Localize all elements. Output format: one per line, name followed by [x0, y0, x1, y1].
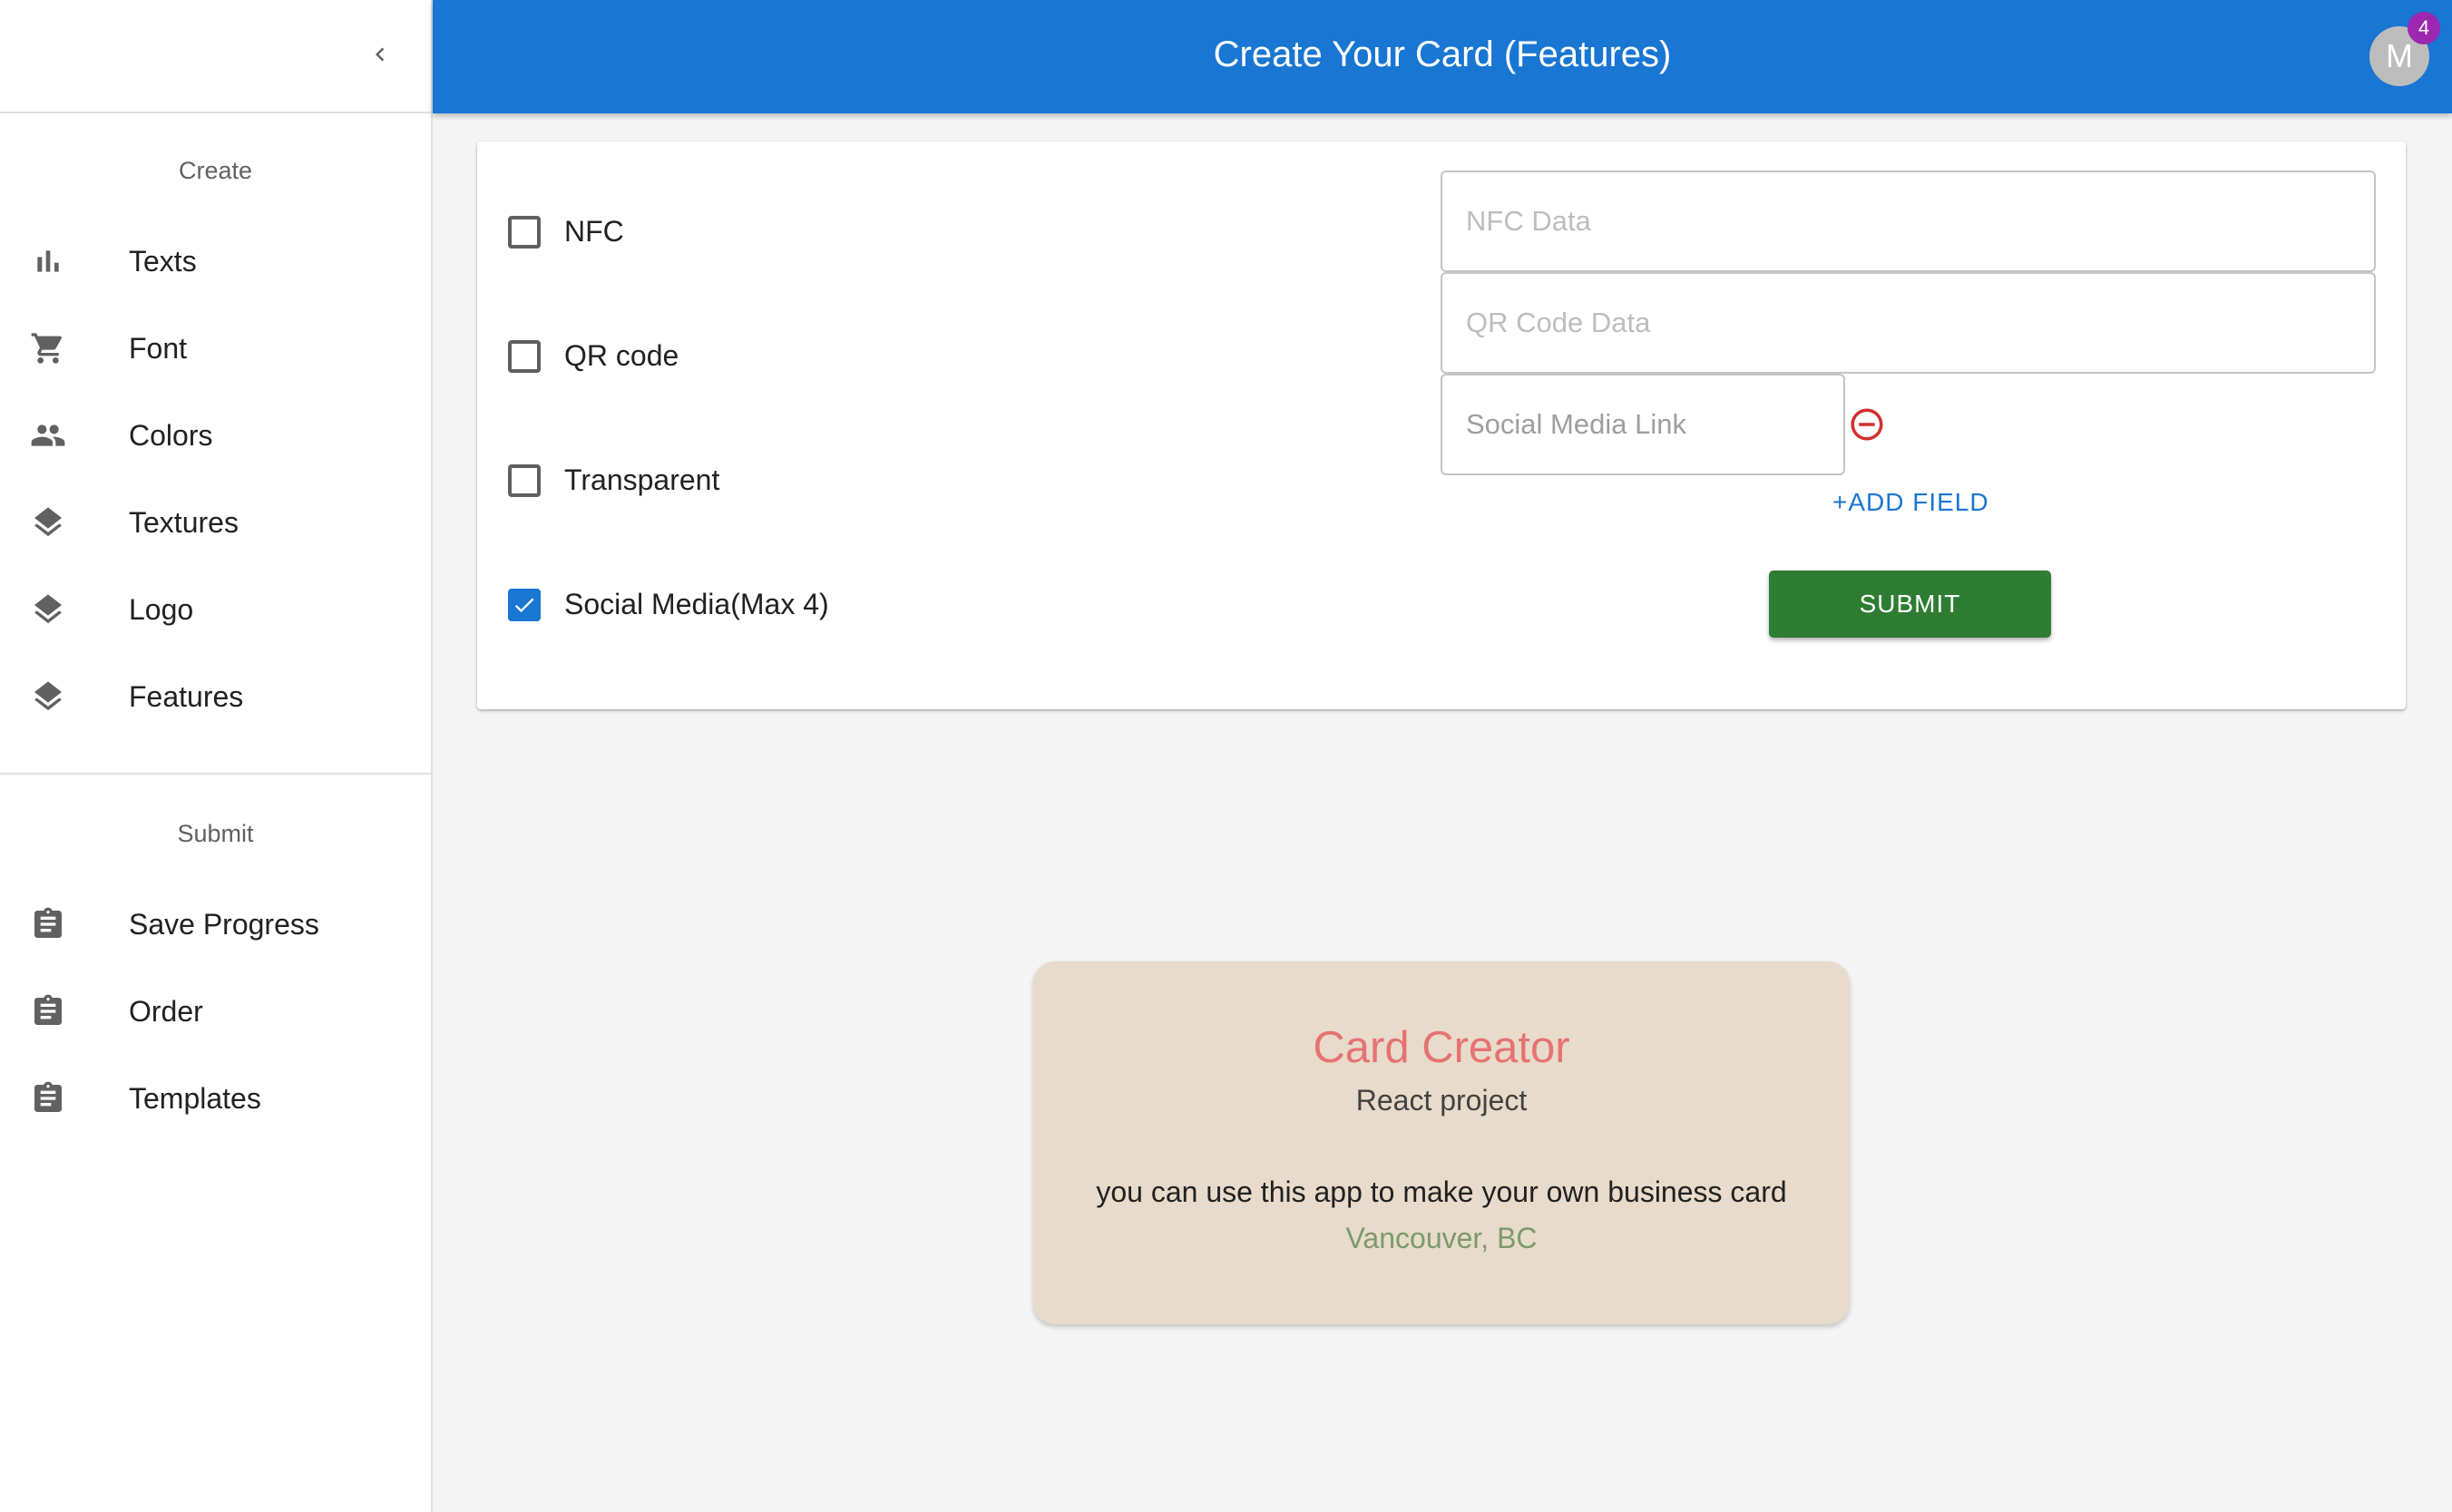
transparent-checkbox-row[interactable]: Transparent	[508, 463, 719, 497]
card-location: Vancouver, BC	[1345, 1222, 1538, 1254]
card-title: Card Creator	[1313, 1023, 1570, 1072]
people-icon	[30, 417, 66, 454]
sidebar-item-save-progress[interactable]: Save Progress	[0, 881, 431, 968]
nfc-label: NFC	[564, 215, 624, 248]
sidebar-header	[0, 0, 431, 113]
add-field-button[interactable]: +ADD FIELD	[1832, 488, 1989, 517]
card-subtitle: React project	[1355, 1084, 1528, 1117]
nfc-checkbox[interactable]	[508, 215, 541, 249]
qr-code-checkbox-row[interactable]: QR code	[508, 339, 679, 373]
transparent-checkbox[interactable]	[508, 463, 541, 497]
transparent-label: Transparent	[564, 463, 720, 496]
card-preview: Card Creator React project you can use t…	[1033, 961, 1850, 1324]
social-media-link-input[interactable]	[1466, 408, 1843, 441]
sidebar-item-font[interactable]: Font	[0, 305, 431, 392]
submit-nav-list: Save Progress Order Templates	[0, 881, 431, 1142]
social-media-link-field[interactable]	[1441, 374, 1845, 475]
social-media-checkbox[interactable]	[508, 588, 541, 621]
sidebar-item-label: Textures	[129, 505, 239, 539]
sidebar-item-label: Texts	[129, 244, 197, 278]
clipboard-icon	[30, 1080, 66, 1117]
card-description: you can use this app to make your own bu…	[1096, 1175, 1787, 1208]
create-nav-list: Texts Font Colors Textures Logo Features	[0, 218, 431, 740]
sidebar-item-label: Colors	[129, 418, 213, 452]
social-media-label: Social Media(Max 4)	[564, 588, 829, 620]
sidebar-item-label: Font	[129, 331, 188, 365]
features-form-panel: NFC QR code Transparent Social Media(Max…	[477, 141, 2406, 709]
sidebar-item-label: Order	[129, 994, 203, 1028]
sidebar-item-textures[interactable]: Textures	[0, 479, 431, 566]
cart-icon	[30, 330, 66, 366]
nfc-checkbox-row[interactable]: NFC	[508, 215, 624, 249]
sidebar-item-order[interactable]: Order	[0, 968, 431, 1055]
clipboard-icon	[30, 906, 66, 942]
submit-section-title: Submit	[177, 820, 254, 847]
layers-icon	[30, 591, 66, 628]
social-media-checkbox-row[interactable]: Social Media(Max 4)	[508, 588, 829, 621]
sidebar-item-logo[interactable]: Logo	[0, 566, 431, 653]
sidebar-item-texts[interactable]: Texts	[0, 218, 431, 305]
app-bar: Create Your Card (Features) M 4	[433, 0, 2452, 113]
submit-button[interactable]: SUBMIT	[1769, 571, 2051, 638]
sidebar-item-colors[interactable]: Colors	[0, 392, 431, 479]
nfc-data-field[interactable]	[1441, 171, 2376, 272]
bar-chart-icon	[30, 243, 66, 279]
remove-field-icon[interactable]	[1848, 405, 1886, 444]
sidebar-item-features[interactable]: Features	[0, 653, 431, 740]
layers-icon	[30, 678, 66, 715]
sidebar-item-label: Templates	[129, 1081, 261, 1115]
avatar[interactable]: M 4	[2369, 12, 2440, 86]
avatar-letter: M	[2386, 37, 2413, 74]
qr-code-label: QR code	[564, 339, 679, 372]
chevron-left-icon	[376, 47, 385, 62]
clipboard-icon	[30, 993, 66, 1029]
nfc-data-input[interactable]	[1466, 205, 2374, 238]
page-title: Create Your Card (Features)	[1213, 34, 1672, 74]
qr-code-data-input[interactable]	[1466, 307, 2374, 339]
sidebar-item-label: Logo	[129, 592, 194, 626]
checkmark-icon	[514, 598, 534, 612]
sidebar: Create Texts Font Colors Textures Logo F…	[0, 0, 433, 1512]
create-section-title: Create	[178, 157, 253, 184]
sidebar-item-label: Features	[129, 679, 244, 713]
sidebar-item-label: Save Progress	[129, 907, 319, 941]
collapse-sidebar-button[interactable]	[358, 33, 402, 76]
qr-code-data-field[interactable]	[1441, 272, 2376, 374]
sidebar-item-templates[interactable]: Templates	[0, 1055, 431, 1142]
layers-icon	[30, 504, 66, 541]
qr-code-checkbox[interactable]	[508, 339, 541, 373]
notification-badge: 4	[2408, 12, 2440, 44]
